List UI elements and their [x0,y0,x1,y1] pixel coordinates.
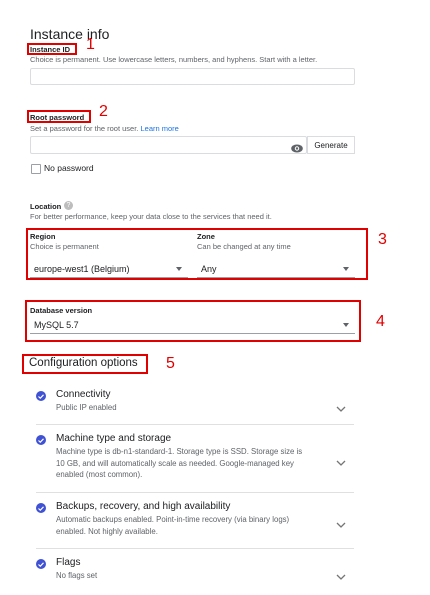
no-password-checkbox[interactable] [31,164,41,174]
zone-dropdown-icon [343,266,349,271]
config-divider [36,548,354,549]
check-circle-icon [36,503,46,513]
config-item-desc: Automatic backups enabled. Point-in-time… [56,515,290,536]
section-title: Instance info [30,26,110,42]
instance-id-help: Choice is permanent. Use lowercase lette… [30,55,318,64]
location-label: Location [30,202,62,211]
chevron-down-icon [336,453,346,471]
instance-id-input[interactable] [30,68,355,85]
database-version-select[interactable]: MySQL 5.7 [30,316,355,334]
show-password-eye-icon[interactable] [291,140,303,153]
annotation-number-5: 5 [166,355,175,372]
config-item-title: Flags [56,557,81,568]
config-item-desc: Machine type is db-n1-standard-1. Storag… [56,447,303,479]
instance-id-label: Instance ID [30,45,71,54]
root-password-input[interactable] [30,136,307,154]
check-circle-icon [36,391,46,401]
config-title: Configuration options [29,357,138,369]
database-version-value: MySQL 5.7 [34,319,79,330]
check-circle-icon [36,435,46,445]
location-help-icon[interactable]: ? [64,201,73,210]
config-item-desc: No flags set [56,571,98,580]
root-password-label: Root password [30,113,85,122]
database-version-dropdown-icon [343,322,349,327]
config-item-title: Connectivity [56,389,111,400]
region-help: Choice is permanent [30,242,99,251]
annotation-number-1: 1 [86,36,95,53]
no-password-label: No password [44,163,94,173]
config-item-title: Machine type and storage [56,433,172,444]
config-item-connectivity[interactable]: Connectivity Public IP enabled [36,389,354,423]
location-help: For better performance, keep your data c… [30,212,272,221]
generate-button[interactable]: Generate [307,136,355,154]
zone-select[interactable]: Any [197,260,355,278]
chevron-down-icon [336,515,346,533]
config-item-backups[interactable]: Backups, recovery, and high availability… [36,501,354,541]
config-item-desc: Public IP enabled [56,403,117,412]
learn-more-link[interactable]: Learn more [141,124,179,133]
config-divider [36,424,354,425]
config-divider [36,492,354,493]
region-select[interactable]: europe-west1 (Belgium) [30,260,188,278]
zone-help: Can be changed at any time [197,242,291,251]
region-label: Region [30,232,56,241]
root-password-help-text: Set a password for the root user. [30,124,139,133]
annotation-number-2: 2 [99,103,108,120]
annotation-number-4: 4 [376,313,385,330]
config-item-machine-type[interactable]: Machine type and storage Machine type is… [36,433,354,488]
region-dropdown-icon [176,266,182,271]
check-circle-icon [36,559,46,569]
region-value: europe-west1 (Belgium) [34,263,130,274]
zone-value: Any [201,263,217,274]
config-item-flags[interactable]: Flags No flags set [36,557,354,587]
annotation-number-3: 3 [378,231,387,248]
chevron-down-icon [336,567,346,585]
config-item-title: Backups, recovery, and high availability [56,501,231,512]
root-password-help: Set a password for the root user. Learn … [30,124,179,133]
database-version-label: Database version [30,306,93,315]
zone-label: Zone [197,232,215,241]
chevron-down-icon [336,399,346,417]
